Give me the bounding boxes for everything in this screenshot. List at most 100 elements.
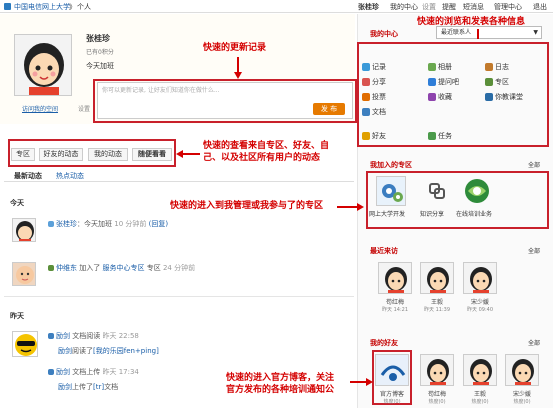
zone-label[interactable]: 知识分享 (420, 209, 444, 218)
zone-icon (48, 265, 54, 271)
subtab-hot[interactable]: 热点动态 (56, 171, 84, 181)
arrow-line (477, 29, 479, 39)
person-name[interactable]: 宋少媛 (458, 297, 502, 306)
app-item[interactable]: 你教课堂 (485, 92, 523, 102)
person-meta: 昨天 14:21 (382, 307, 408, 313)
app-item[interactable]: 专区 (485, 77, 509, 87)
app-item[interactable]: 日志 (485, 62, 509, 72)
person-avatar[interactable] (463, 262, 497, 294)
person-name[interactable]: 宋少媛 (500, 389, 544, 398)
reply-link[interactable]: (回复) (149, 220, 168, 228)
feed-target[interactable]: [我的乐园fen+ping] (93, 347, 159, 355)
app-label: 专区 (495, 78, 509, 86)
arrow-right-icon (357, 203, 364, 211)
app-label: 投票 (372, 93, 386, 101)
avatar-girl-image (13, 219, 35, 241)
feed-avatar[interactable] (12, 262, 36, 286)
person-name[interactable]: 官方博客 (370, 389, 414, 398)
messages-link[interactable]: 短消息 (463, 2, 484, 12)
feed-today-label: 今天 (10, 199, 24, 207)
zones-title: 我加入的专区 (370, 161, 412, 169)
feed-text: 文档 (104, 383, 119, 391)
feed-user[interactable]: 励剑 (56, 368, 70, 376)
reminder-link[interactable]: 提醒 (442, 2, 456, 12)
contacts-select-value: 最近联系人 (441, 29, 472, 36)
user-name-link[interactable]: 张桂珍 (358, 2, 379, 12)
settings-link[interactable]: 设置 (422, 2, 436, 12)
person-avatar[interactable] (378, 262, 412, 294)
person-avatar[interactable] (375, 354, 409, 386)
app-item[interactable]: 好友 (362, 131, 386, 141)
arrow-line (350, 381, 367, 383)
app-item[interactable]: 文档 (362, 107, 386, 117)
feed-user[interactable]: 励剑 (58, 347, 72, 355)
zone-dev-logo[interactable] (376, 176, 406, 206)
annotation-blog-1: 快速的进入官方博客，关注 (226, 373, 335, 383)
person-name[interactable]: 苟红梅 (373, 297, 417, 306)
person-avatar[interactable] (420, 354, 454, 386)
annotation-browse: 快速的浏览和发表各种信息 (417, 17, 526, 27)
admin-link[interactable]: 管理中心 (494, 2, 522, 12)
subtab-latest[interactable]: 最新动态 (14, 171, 42, 181)
visit-space-link[interactable]: 访问我的空间 (22, 104, 58, 113)
breadcrumb-site[interactable]: 中国电信网上大学 (14, 2, 70, 12)
feed-user[interactable]: 励剑 (58, 383, 72, 391)
feed-user[interactable]: 仲维东 (56, 264, 77, 272)
visitors-all-link[interactable]: 全部 (528, 246, 540, 255)
app-item[interactable]: 记录 (362, 62, 386, 72)
profile-points: 已有0积分 (86, 49, 114, 56)
my-center-link[interactable]: 我的中心 (390, 2, 418, 12)
feed-text: 文档阅读 (72, 332, 101, 340)
app-label: 任务 (438, 132, 452, 140)
person-meta: 热度(0) (428, 399, 446, 405)
arrow-line (182, 153, 200, 155)
feed-user[interactable]: 励剑 (56, 332, 70, 340)
profile-settings-link[interactable]: 设置 (78, 104, 90, 113)
app-item[interactable]: 提问吧 (428, 77, 459, 87)
feed-text: 加入了 (79, 264, 101, 272)
app-icon (485, 78, 493, 86)
feed-target[interactable]: [tr] (93, 383, 104, 391)
zone-label[interactable]: 在线培训业务 (456, 209, 492, 218)
globe-logo-icon (465, 179, 489, 203)
arrow-right-icon (366, 378, 373, 386)
zones-all-link[interactable]: 全部 (528, 160, 540, 169)
feed-text: 文档上传 (72, 368, 101, 376)
app-item[interactable]: 投票 (362, 92, 386, 102)
friends-all-link[interactable]: 全部 (528, 338, 540, 347)
logout-link[interactable]: 退出 (533, 2, 547, 12)
app-icon (428, 63, 436, 71)
avatar-smiley-image (13, 332, 37, 356)
link-icon (429, 183, 445, 199)
app-icon (362, 78, 370, 86)
person-name[interactable]: 王毅 (415, 297, 459, 306)
person-avatar[interactable] (463, 354, 497, 386)
feed-item-1: 张桂珍：今天加班 10 分钟前 (回复) (48, 219, 168, 229)
person-meta: 昨天 11:39 (424, 307, 450, 313)
record-icon (48, 221, 54, 227)
profile-avatar[interactable] (14, 34, 72, 96)
feed-text: 专区 (146, 264, 161, 272)
app-item[interactable]: 相册 (428, 62, 452, 72)
feed-time: 24 分钟前 (162, 264, 196, 272)
feed-user[interactable]: 张桂珍 (56, 220, 77, 228)
friends-title: 我的好友 (370, 339, 398, 347)
breadcrumb-sep: 》 (69, 3, 76, 11)
home-icon[interactable] (4, 3, 11, 10)
person-avatar[interactable] (420, 262, 454, 294)
app-item[interactable]: 任务 (428, 131, 452, 141)
person-name[interactable]: 王毅 (458, 389, 502, 398)
zone-training-logo[interactable] (462, 176, 492, 206)
app-label: 好友 (372, 132, 386, 140)
feed-item-6: 励剑上传了[tr]文档 (58, 382, 118, 392)
zone-share-logo[interactable] (424, 178, 450, 204)
person-name[interactable]: 苟红梅 (415, 389, 459, 398)
feed-avatar[interactable] (12, 331, 38, 357)
app-item[interactable]: 分享 (362, 77, 386, 87)
zone-label[interactable]: 网上大学开发 (369, 209, 405, 218)
feed-avatar[interactable] (12, 218, 36, 242)
person-avatar[interactable] (505, 354, 539, 386)
feed-target[interactable]: 服务中心专区 (102, 264, 144, 272)
feed-time: 昨天 22:58 (102, 332, 139, 340)
app-item[interactable]: 收藏 (428, 92, 452, 102)
